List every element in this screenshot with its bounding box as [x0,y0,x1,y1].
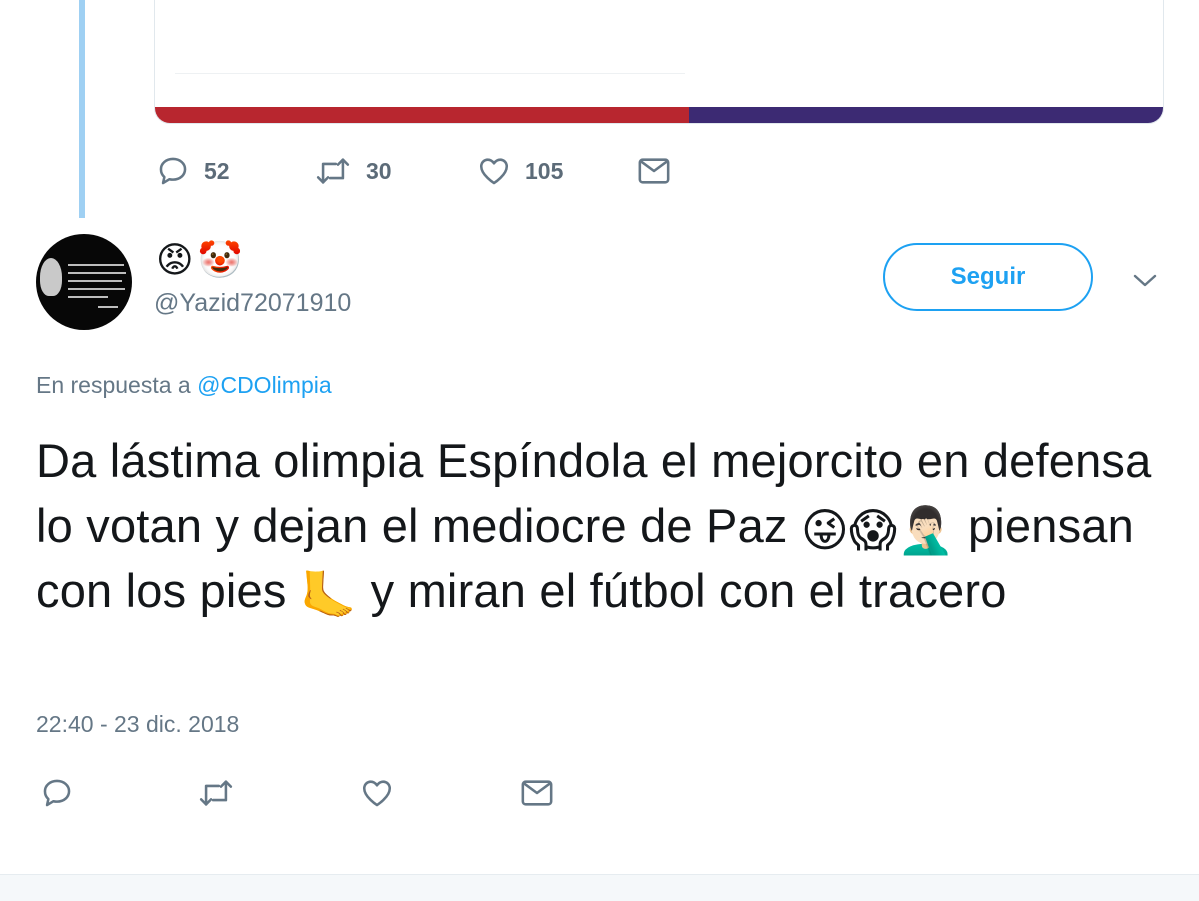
avatar-quote-line [68,280,122,282]
card-color-bar-red [155,107,689,123]
retweet-icon [197,776,235,810]
quoted-media-card[interactable] [154,0,1164,124]
user-avatar[interactable] [36,234,132,330]
avatar-quote-line [68,264,124,266]
avatar-quote-line [68,296,108,298]
chevron-down-icon[interactable] [1131,272,1159,295]
retweet-button[interactable]: 30 [314,154,477,188]
card-color-bar-blue [689,107,1163,123]
display-name-emoji: 🤡 [197,239,243,280]
direct-message-icon [520,778,554,808]
reply-button[interactable]: 52 [156,154,314,188]
direct-message-button[interactable] [637,156,671,186]
avatar-quote-line [68,288,125,290]
retweet-button[interactable] [197,776,360,810]
reply-mention-link[interactable]: @CDOlimpia [197,372,332,398]
reply-button[interactable] [40,776,197,810]
retweet-count: 30 [366,157,392,184]
avatar-portrait [40,258,62,296]
like-button[interactable] [360,776,520,810]
retweet-icon [314,154,352,188]
like-icon [477,154,511,188]
timeline-separator [0,874,1199,901]
tweet-emoji: 🦶 [299,569,358,621]
tweet-timestamp[interactable]: 22:40 - 23 dic. 2018 [36,711,239,738]
like-icon [360,776,394,810]
reply-icon [156,154,190,188]
tweet-emoji: 🤦🏻‍♂️ [897,504,955,556]
like-count: 105 [525,157,564,184]
reply-count: 52 [204,157,230,184]
avatar-quote-line [68,272,126,274]
tweet-emoji: 😜 [800,504,850,556]
direct-message-button[interactable] [520,778,554,808]
follow-button[interactable]: Seguir [883,243,1093,311]
quoted-tweet-actions: 52 30 105 [156,154,671,188]
tweet-actions [40,776,554,810]
reply-prefix: En respuesta a [36,372,191,398]
display-name[interactable]: 😡 🤡 [156,238,242,282]
reply-icon [40,776,74,810]
reply-context: En respuesta a @CDOlimpia [36,372,332,399]
card-divider [175,73,685,74]
tweet-text-part: y miran el fútbol con el tracero [370,564,1007,617]
thread-connector-line [79,0,85,218]
avatar-quote-line [98,306,118,308]
user-handle[interactable]: @Yazid72071910 [154,289,351,318]
direct-message-icon [637,156,671,186]
tweet-text: Da lástima olimpia Espíndola el mejorcit… [36,428,1156,623]
display-name-emoji: 😡 [156,239,194,280]
tweet-emoji: 😱 [849,504,898,556]
like-button[interactable]: 105 [477,154,637,188]
